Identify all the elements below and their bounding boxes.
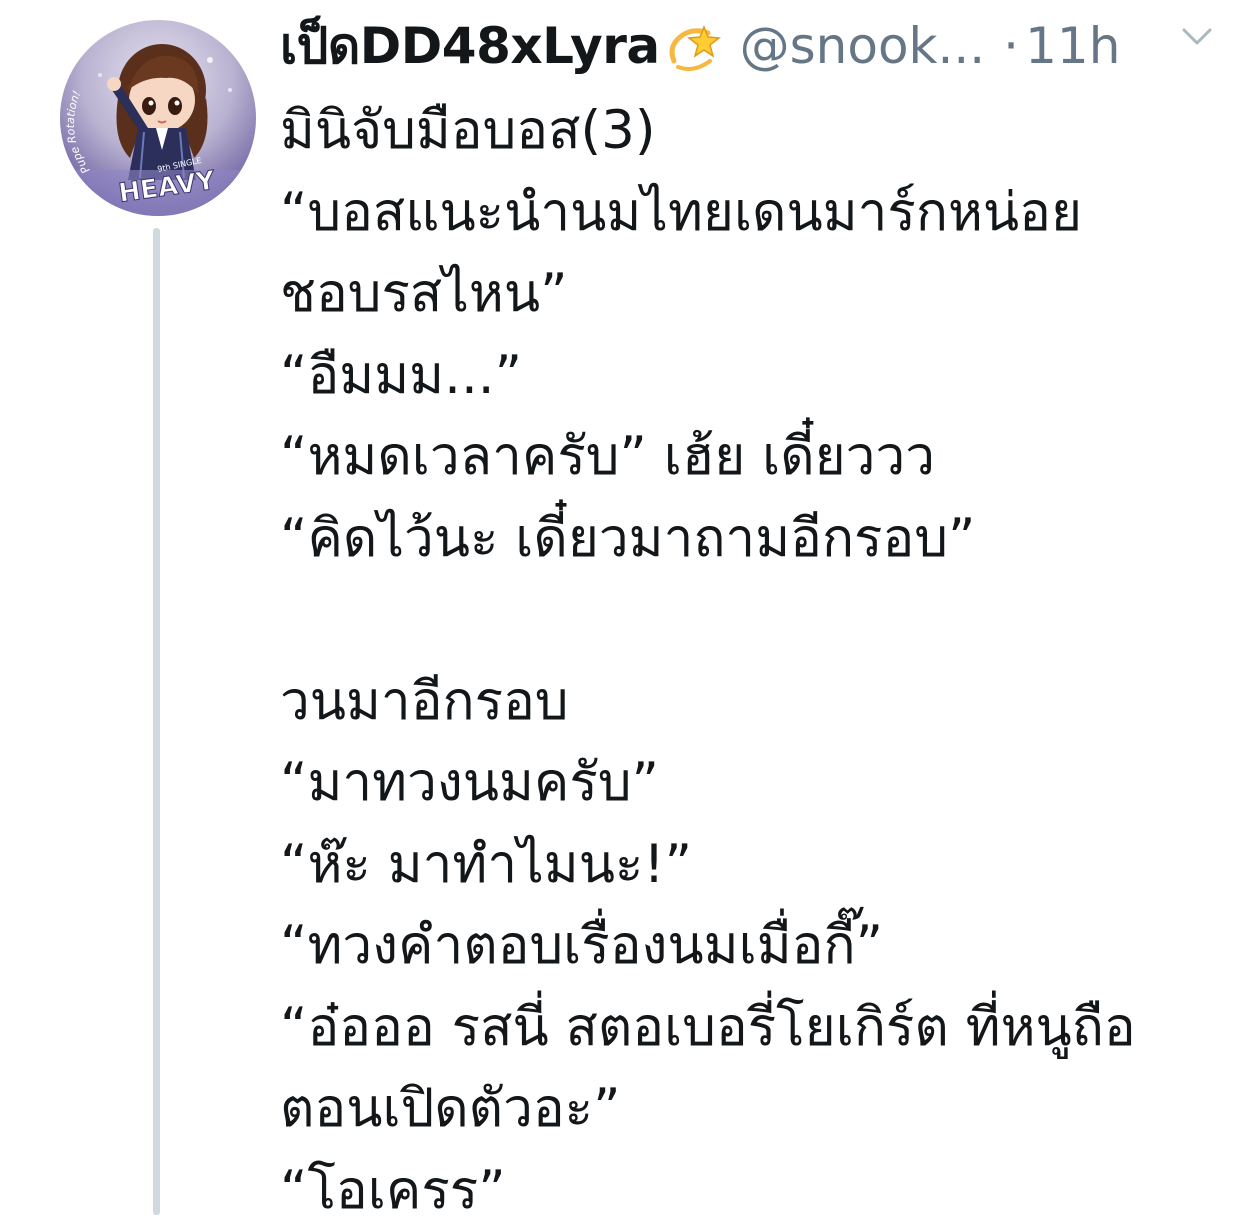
- chevron-down-icon[interactable]: [1180, 22, 1214, 50]
- tweet-line: “มาทวงนมครับ”: [280, 742, 1200, 824]
- tweet-line: ตอนเปิดตัวอะ”: [280, 1068, 1200, 1150]
- tweet-body: มินิจับมือบอส(3) “บอสแนะนำนมไทยเดนมาร์กห…: [280, 90, 1200, 1231]
- tweet-line: “คิดไว้นะ เดี๋ยวมาถามอีกรอบ”: [280, 498, 1200, 580]
- tweet-header: เป็ดDD48xLyra @snook... · 11h: [280, 10, 1210, 82]
- tweet-line: “อ๋อออ รสนี่ สตอเบอรี่โยเกิร์ต ที่หนูถือ: [280, 987, 1200, 1069]
- tweet-line: ชอบรสไหน”: [280, 253, 1200, 335]
- display-name[interactable]: เป็ดDD48xLyra: [280, 7, 660, 86]
- tweet-line: “ห๊ะ มาทำไมนะ!”: [280, 824, 1200, 906]
- svg-text:Pupe Rotation!: Pupe Rotation!: [64, 89, 92, 176]
- thread-line: [153, 228, 160, 1215]
- tweet[interactable]: Pupe Rotation! 9th SINGLE HEAVY เป็ดDD48…: [0, 0, 1242, 1215]
- tweet-line: [280, 579, 1200, 661]
- user-handle[interactable]: @snook...: [740, 17, 986, 75]
- tweet-line: วนมาอีกรอบ: [280, 661, 1200, 743]
- tweet-line: “บอสแนะนำนมไทยเดนมาร์กหน่อย: [280, 172, 1200, 254]
- tweet-timestamp[interactable]: 11h: [1025, 17, 1120, 75]
- avatar-arc-text: Pupe Rotation!: [64, 89, 92, 176]
- avatar-image: Pupe Rotation! 9th SINGLE HEAVY: [60, 20, 256, 216]
- avatar[interactable]: Pupe Rotation! 9th SINGLE HEAVY: [60, 20, 256, 216]
- tweet-line: มินิจับมือบอส(3): [280, 90, 1200, 172]
- header-separator: ·: [1003, 17, 1019, 75]
- tweet-line: “โอเครร”: [280, 1150, 1200, 1231]
- tweet-line: “หมดเวลาครับ” เฮ้ย เดี๋ยววว: [280, 416, 1200, 498]
- tweet-line: “ทวงคำตอบเรื่องนมเมื่อกี๊”: [280, 905, 1200, 987]
- tweet-line: “อืมมม...”: [280, 335, 1200, 417]
- dizzy-star-emoji-icon: [664, 17, 722, 75]
